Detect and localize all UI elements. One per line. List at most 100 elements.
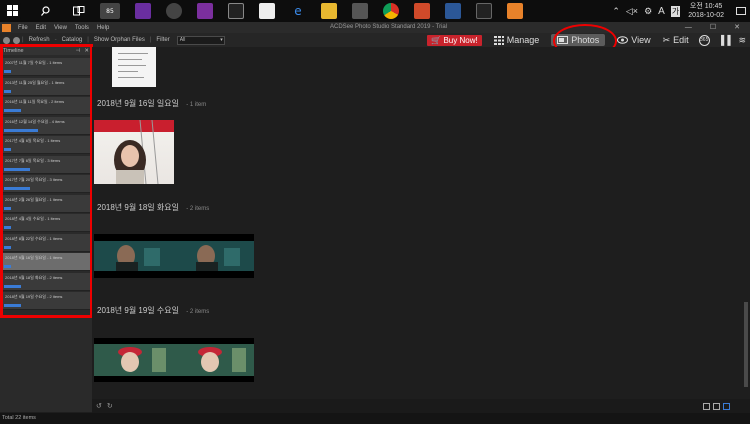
show-orphan-files-button[interactable]: Show Orphan Files: [94, 37, 145, 43]
date-group-date: 2018년 9월 18일 화요일: [97, 203, 179, 212]
date-group-header: 2018년 9월 18일 화요일 - 2 items: [97, 202, 209, 213]
develop-button[interactable]: ≋: [738, 35, 746, 46]
calendar-day-icon[interactable]: [723, 402, 730, 410]
onenote-icon[interactable]: [197, 3, 213, 19]
portrait-photo: [94, 119, 174, 185]
calendar-icon[interactable]: [703, 402, 710, 410]
movie-still-photo: [94, 344, 174, 376]
toolbar-divider: |: [22, 37, 24, 43]
date-group-header: 2018년 9월 19일 수요일 - 2 items: [97, 305, 209, 316]
taskbar-clock[interactable]: 오전 10:45 2018-10-02: [688, 2, 724, 20]
photo-thumbnail[interactable]: [94, 119, 174, 185]
word-icon[interactable]: [445, 3, 461, 19]
date-group-count: - 1 item: [186, 102, 207, 108]
chevron-up-icon[interactable]: ⌃: [612, 6, 620, 17]
status-bar: Total 22 items: [0, 413, 750, 424]
doc-line: [118, 77, 144, 78]
scrollbar-thumb[interactable]: [744, 302, 748, 387]
movie-still-photo: [174, 241, 254, 271]
vertical-scrollbar[interactable]: [742, 47, 750, 399]
app-window: 85 e ⌃ ◁× ⚙ A 가 오전 10:45 2018-10-02 File…: [0, 0, 750, 424]
doc-line: [118, 71, 138, 72]
badge-count: 85: [106, 7, 114, 15]
media-app-icon[interactable]: [166, 3, 182, 19]
date-group-count: - 2 items: [186, 206, 210, 212]
back-icon[interactable]: [3, 36, 10, 44]
app-dark-icon[interactable]: [476, 3, 492, 19]
acdsee-365-button[interactable]: 365: [698, 34, 710, 46]
movie-still-photo: [94, 241, 174, 271]
grid-icon: [493, 35, 504, 45]
volume-icon[interactable]: ◁×: [626, 6, 638, 17]
rotate-right-icon[interactable]: ↻: [107, 402, 113, 410]
toolbar-divider: |: [149, 37, 152, 43]
windows-start-icon[interactable]: [5, 3, 21, 19]
menu-file[interactable]: File: [18, 25, 28, 31]
timeline-highlight-annotation: [0, 44, 93, 318]
store-icon[interactable]: [352, 3, 368, 19]
network-icon[interactable]: ⚙: [644, 6, 652, 17]
date-group-count: - 2 items: [186, 309, 210, 315]
acdsee-365-label: 365: [700, 37, 709, 43]
photo-thumbnail[interactable]: [174, 338, 254, 382]
filter-value: All: [179, 36, 186, 43]
calendar-month-icon[interactable]: [713, 402, 720, 410]
cart-icon: 🛒: [431, 35, 442, 45]
notification-icon[interactable]: [736, 7, 746, 15]
app-badge-icon[interactable]: 85: [100, 3, 120, 19]
doc-line: [118, 65, 146, 66]
buy-now-label: Buy Now!: [443, 35, 478, 45]
toolbar-divider: -: [54, 37, 57, 43]
dashboard-button[interactable]: ▐▐: [718, 35, 731, 45]
movie-still-photo: [174, 344, 254, 376]
notepad-icon[interactable]: [259, 3, 275, 19]
date-group-date: 2018년 9월 19일 수요일: [97, 306, 179, 315]
edge-browser-icon[interactable]: e: [290, 3, 306, 19]
buy-now-button[interactable]: 🛒 Buy Now!: [427, 34, 482, 46]
manage-mode-button[interactable]: Manage: [493, 35, 539, 45]
ime-mode-indicator[interactable]: 가: [670, 5, 681, 17]
terminal-icon[interactable]: [228, 3, 244, 19]
photo-thumbnail[interactable]: [94, 234, 174, 278]
menu-help[interactable]: Help: [97, 25, 109, 31]
photo-thumbnail[interactable]: [94, 338, 174, 382]
visual-studio-icon[interactable]: [135, 3, 151, 19]
windows-taskbar: 85 e ⌃ ◁× ⚙ A 가 오전 10:45 2018-10-02: [0, 0, 750, 22]
date-group-date: 2018년 9월 16일 일요일: [97, 99, 179, 108]
edit-mode-button[interactable]: ✂ Edit: [663, 35, 689, 46]
system-tray: ⌃ ◁× ⚙ A 가 오전 10:45 2018-10-02: [612, 0, 750, 22]
bottom-toolbar: ↺ ↻: [92, 399, 750, 413]
refresh-button[interactable]: Refresh: [29, 37, 50, 43]
photo-thumbnail[interactable]: [174, 234, 254, 278]
forward-icon[interactable]: [13, 36, 20, 44]
toolbar-divider: |: [87, 37, 89, 43]
filter-label: Filter: [156, 37, 170, 43]
filter-select[interactable]: All ▾: [176, 35, 225, 45]
ppt-icon[interactable]: [414, 3, 430, 19]
catalog-button[interactable]: Catalog: [62, 37, 83, 43]
document-thumbnail[interactable]: [112, 47, 156, 87]
app-logo-icon: [2, 23, 11, 32]
date-group-header: 2018년 9월 16일 일요일 - 1 item: [97, 98, 206, 109]
wifi-icon: ≋: [738, 34, 746, 45]
view-mode-button[interactable]: View: [617, 35, 651, 45]
tools-icon: ✂: [662, 34, 671, 45]
ime-lang-indicator[interactable]: A: [658, 6, 665, 17]
acdsee-icon[interactable]: [507, 3, 523, 19]
task-view-icon[interactable]: [71, 3, 87, 19]
eye-icon: [617, 36, 629, 44]
menu-edit[interactable]: Edit: [36, 25, 46, 31]
clock-date: 2018-10-02: [688, 12, 724, 19]
menu-view[interactable]: View: [54, 25, 67, 31]
file-explorer-icon[interactable]: [321, 3, 337, 19]
chrome-icon[interactable]: [383, 3, 399, 19]
edit-label: Edit: [673, 35, 689, 45]
menu-tools[interactable]: Tools: [75, 25, 89, 31]
clock-period: 오전: [689, 3, 703, 10]
clock-time: 10:45: [704, 3, 723, 10]
rotate-left-icon[interactable]: ↺: [96, 402, 102, 410]
search-icon[interactable]: [38, 3, 54, 19]
photo-browser: 2018년 9월 16일 일요일 - 1 item 2018년 9월 18일 화…: [92, 47, 742, 399]
chevron-down-icon: ▾: [220, 36, 223, 43]
bar-chart-icon: ▐▐: [717, 35, 731, 45]
